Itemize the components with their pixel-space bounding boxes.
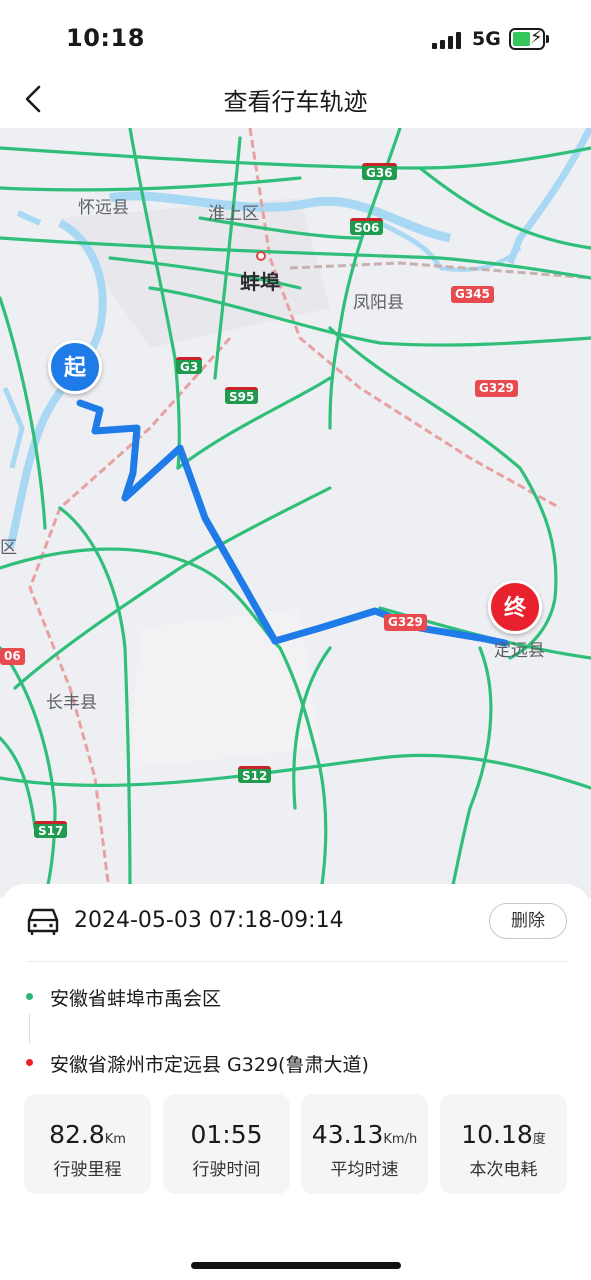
shield-s06: S06 xyxy=(350,218,384,235)
map-label-bengbu: 蚌埠 xyxy=(240,270,280,294)
stat-energy-label: 本次电耗 xyxy=(469,1160,538,1180)
map-canvas xyxy=(0,128,591,898)
shield-g329-route: G329 xyxy=(384,614,427,631)
stat-duration: 01:55 行驶时间 xyxy=(163,1094,290,1194)
end-dot-icon xyxy=(26,1059,33,1066)
stat-avg-speed-unit: Km/h xyxy=(383,1132,418,1147)
status-time: 10:18 xyxy=(66,24,145,52)
map-label-changfeng: 长丰县 xyxy=(46,693,97,713)
shield-s17: S17 xyxy=(34,821,68,838)
network-type: 5G xyxy=(472,28,501,50)
end-location-text: 安徽省滁州市定远县 G329(鲁肃大道) xyxy=(50,1054,369,1076)
stat-energy: 10.18度 本次电耗 xyxy=(440,1094,567,1194)
nav-bar: 查看行车轨迹 xyxy=(0,78,591,128)
divider xyxy=(26,961,567,962)
map-label-huaishang: 淮上区 xyxy=(208,204,259,224)
home-indicator[interactable] xyxy=(191,1262,401,1269)
stat-distance-unit: Km xyxy=(104,1132,126,1147)
stat-avg-speed: 43.13Km/h 平均时速 xyxy=(301,1094,428,1194)
stat-avg-speed-value: 43.13 xyxy=(311,1120,384,1149)
status-bar: 10:18 5G ⚡ xyxy=(0,0,591,78)
map-label-fengyang: 凤阳县 xyxy=(353,293,404,313)
shield-g3: G3 xyxy=(176,357,203,374)
trip-header: 2024-05-03 07:18-09:14 删除 xyxy=(26,902,567,942)
route-map[interactable]: 怀远县 淮上区 蚌埠 凤阳县 长丰县 定远县 区 G36 S06 G345 G3… xyxy=(0,128,591,898)
start-marker[interactable]: 起 xyxy=(48,340,102,394)
shield-g345: G345 xyxy=(451,286,494,303)
start-location-text: 安徽省蚌埠市禹会区 xyxy=(50,988,222,1010)
stat-distance: 82.8Km 行驶里程 xyxy=(24,1094,151,1194)
battery-charging-icon: ⚡ xyxy=(509,27,545,50)
stat-duration-value: 01:55 xyxy=(190,1120,263,1149)
shield-06: 06 xyxy=(0,648,25,665)
start-dot-icon xyxy=(26,993,33,1000)
stat-duration-label: 行驶时间 xyxy=(192,1160,261,1180)
location-connector xyxy=(29,1014,30,1044)
map-label-dingyuan: 定远县 xyxy=(494,641,545,661)
stat-energy-value: 10.18 xyxy=(461,1120,533,1149)
stat-distance-label: 行驶里程 xyxy=(53,1160,122,1180)
shield-g36: G36 xyxy=(362,163,397,180)
signal-icon xyxy=(432,32,462,49)
trip-info-panel: 2024-05-03 07:18-09:14 删除 安徽省蚌埠市禹会区 安徽省滁… xyxy=(0,884,591,1280)
trip-time-range: 2024-05-03 07:18-09:14 xyxy=(74,908,344,933)
delete-button[interactable]: 删除 xyxy=(489,903,567,939)
car-icon xyxy=(27,908,59,935)
map-label-huaiyuan: 怀远县 xyxy=(78,198,129,218)
stat-distance-value: 82.8 xyxy=(49,1120,105,1149)
trip-stats: 82.8Km 行驶里程 01:55 行驶时间 43.13Km/h 平均时速 10… xyxy=(24,1094,567,1194)
stat-avg-speed-label: 平均时速 xyxy=(330,1160,399,1180)
shield-s95: S95 xyxy=(225,387,259,404)
map-label-edge: 区 xyxy=(0,538,17,558)
shield-g329-east: G329 xyxy=(475,380,518,397)
page-title: 查看行车轨迹 xyxy=(223,88,368,116)
shield-s12: S12 xyxy=(238,766,272,783)
end-marker[interactable]: 终 xyxy=(488,580,542,634)
stat-energy-unit: 度 xyxy=(532,1132,546,1147)
